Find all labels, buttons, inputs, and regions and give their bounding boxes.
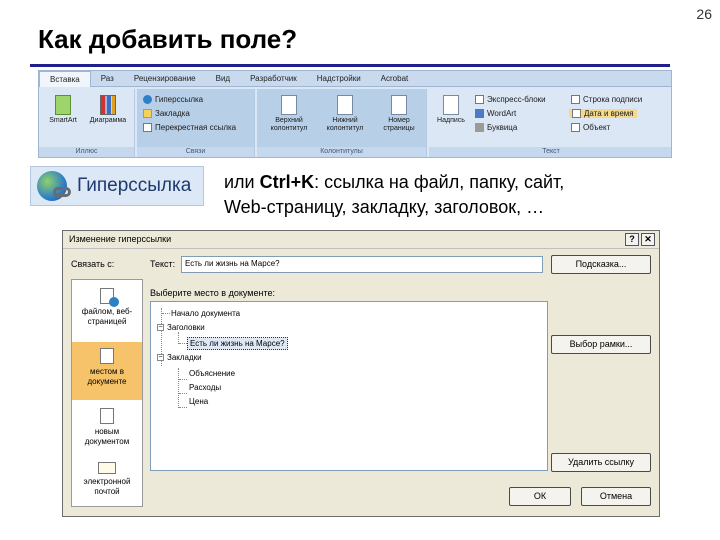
screentip-button[interactable]: Подсказка... — [551, 255, 651, 274]
ribbon-body: SmartArt Диаграмма Иллюс Гиперссылка Зак… — [39, 87, 671, 157]
tree-item-selected[interactable]: Есть ли жизнь на Марсе? — [187, 337, 288, 350]
ribbon-tab-developer[interactable]: Разработчик — [240, 71, 307, 87]
slide-description: или Ctrl+K: ссылка на файл, папку, сайт,… — [224, 172, 565, 217]
dialog-titlebar: Изменение гиперссылки ? ✕ — [63, 231, 659, 249]
smartart-button[interactable]: SmartArt — [43, 95, 83, 125]
word-ribbon: Вставка Раз Рецензирование Вид Разработч… — [38, 70, 672, 158]
link-to-web-page[interactable]: файлом, веб-страницей — [72, 286, 142, 336]
wordart-button[interactable]: WordArt — [475, 109, 516, 119]
link-to-new-document[interactable]: новым документом — [72, 404, 142, 454]
ribbon-tab-review[interactable]: Рецензирование — [124, 71, 206, 87]
page-number-icon — [391, 95, 407, 115]
text-label: Текст: — [150, 259, 176, 269]
chart-button[interactable]: Диаграмма — [85, 95, 131, 125]
link-to-place-in-document[interactable]: местом в документе — [72, 342, 142, 400]
hyperlink-button-image: Гиперссылка — [30, 166, 204, 206]
header-button[interactable]: Верхний колонтитул — [263, 95, 315, 133]
tree-item[interactable]: Начало документа — [171, 308, 240, 319]
slide-title: Как добавить поле? — [38, 24, 298, 54]
ribbon-group-text: Надпись Экспресс-блоки WordArt Буквица С… — [429, 89, 671, 157]
ribbon-group-illustrations: SmartArt Диаграмма Иллюс — [39, 89, 135, 157]
ribbon-tabs: Вставка Раз Рецензирование Вид Разработч… — [39, 71, 671, 87]
quick-parts-icon — [475, 95, 484, 105]
web-page-icon — [100, 288, 119, 307]
signature-icon — [571, 95, 580, 105]
calendar-icon — [572, 109, 581, 119]
globe-icon — [143, 95, 152, 105]
ribbon-cross-reference-button[interactable]: Перекрестная ссылка — [143, 123, 236, 133]
ribbon-tab-insert[interactable]: Вставка — [39, 71, 91, 87]
close-button[interactable]: ✕ — [641, 233, 655, 246]
title-underline — [30, 64, 670, 67]
link-to-email[interactable]: электронной почтой — [72, 458, 142, 504]
help-button[interactable]: ? — [625, 233, 639, 246]
object-button[interactable]: Объект — [571, 123, 610, 133]
collapse-icon[interactable]: − — [157, 354, 164, 362]
shortcut-text: Ctrl+K — [259, 172, 315, 192]
header-icon — [281, 95, 297, 115]
page-number-button[interactable]: Номер страницы — [375, 95, 423, 133]
ribbon-group-header-footer: Верхний колонтитул Нижний колонтитул Ном… — [257, 89, 427, 157]
footer-icon — [337, 95, 353, 115]
dropcap-button[interactable]: Буквица — [475, 123, 517, 133]
tree-item[interactable]: Расходы — [189, 382, 221, 393]
ribbon-group-label: Связи — [137, 147, 254, 157]
bookmark-icon — [143, 109, 152, 119]
target-frame-button[interactable]: Выбор рамки... — [551, 335, 651, 354]
dialog-title: Изменение гиперссылки — [69, 234, 172, 244]
tree-item[interactable]: Объяснение — [189, 368, 235, 379]
ribbon-group-label: Иллюс — [39, 147, 134, 157]
ok-button[interactable]: ОК — [509, 487, 571, 506]
footer-button[interactable]: Нижний колонтитул — [319, 95, 371, 133]
ribbon-tab-layout[interactable]: Раз — [91, 71, 124, 87]
cross-reference-icon — [143, 123, 152, 133]
ribbon-tab-view[interactable]: Вид — [206, 71, 240, 87]
globe-icon — [37, 171, 71, 201]
textbox-button[interactable]: Надпись — [433, 95, 469, 125]
ribbon-group-label: Текст — [429, 147, 671, 157]
smartart-icon — [55, 95, 71, 115]
ribbon-bookmark-button[interactable]: Закладка — [143, 109, 190, 119]
cancel-button[interactable]: Отмена — [581, 487, 651, 506]
tree-item[interactable]: − Закладки — [157, 352, 202, 363]
place-in-document-label: Выберите место в документе: — [150, 288, 275, 298]
ribbon-group-links: Гиперссылка Закладка Перекрестная ссылка… — [137, 89, 255, 157]
tree-item[interactable]: − Заголовки — [157, 322, 205, 333]
wordart-icon — [475, 109, 484, 119]
link-to-bar: файлом, веб-страницей местом в документе… — [71, 279, 143, 507]
object-icon — [571, 123, 580, 133]
collapse-icon[interactable]: − — [157, 324, 164, 332]
quick-parts-button[interactable]: Экспресс-блоки — [475, 95, 546, 105]
email-icon — [98, 462, 116, 474]
dropcap-icon — [475, 123, 484, 133]
ribbon-tab-addins[interactable]: Надстройки — [307, 71, 371, 87]
hyperlink-button-label: Гиперссылка — [77, 175, 192, 196]
chart-icon — [100, 95, 116, 115]
tree-item[interactable]: Цена — [189, 396, 208, 407]
ribbon-group-label: Колонтитулы — [257, 147, 426, 157]
remove-link-button[interactable]: Удалить ссылку — [551, 453, 651, 472]
link-to-label: Связать с: — [71, 259, 115, 269]
date-time-button[interactable]: Дата и время — [569, 109, 637, 119]
document-place-tree: Начало документа − Заголовки Есть ли жизн… — [150, 301, 548, 471]
ribbon-tab-acrobat[interactable]: Acrobat — [371, 71, 419, 87]
signature-line-button[interactable]: Строка подписи — [571, 95, 642, 105]
chain-icon — [53, 187, 71, 197]
document-place-icon — [100, 348, 114, 364]
display-text-input[interactable]: Есть ли жизнь на Марсе? — [181, 256, 543, 273]
ribbon-hyperlink-button[interactable]: Гиперссылка — [143, 95, 203, 105]
slide-number: 26 — [696, 6, 712, 22]
edit-hyperlink-dialog: Изменение гиперссылки ? ✕ Связать с: Тек… — [62, 230, 660, 517]
new-document-icon — [100, 408, 114, 424]
textbox-icon — [443, 95, 459, 115]
